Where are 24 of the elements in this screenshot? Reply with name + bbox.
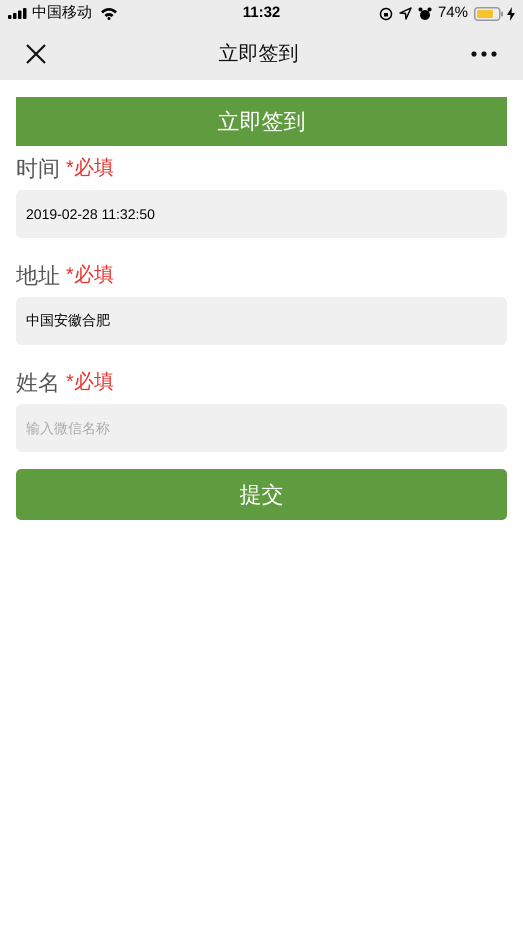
rotation-lock-icon (378, 6, 393, 20)
wifi-icon (100, 7, 118, 20)
charging-bolt-icon (506, 6, 515, 20)
input-field[interactable]: 输入微信名称 (16, 404, 507, 452)
close-icon (25, 42, 47, 64)
required-mark: *必填 (66, 370, 114, 395)
input-field[interactable]: 中国安徽合肥 (16, 297, 507, 345)
field-label: 姓名 (16, 368, 60, 396)
more-icon (471, 50, 497, 56)
battery-percent: 74% (438, 3, 468, 24)
required-mark: *必填 (66, 156, 114, 181)
field-label: 时间 (16, 154, 60, 182)
clock-time: 11:32 (242, 3, 280, 24)
signal-icon (8, 8, 28, 19)
page-title: 立即签到 (218, 42, 298, 66)
field-label: 地址 (16, 262, 60, 290)
checkin-banner: 立即签到 (16, 97, 507, 146)
battery-icon (474, 6, 504, 20)
alarm-icon (418, 6, 432, 20)
required-mark: *必填 (66, 263, 114, 288)
carrier-name: 中国移动 (32, 3, 92, 24)
close-button[interactable] (24, 42, 48, 66)
input-field[interactable]: 2019-02-28 11:32:50 (16, 190, 507, 238)
location-arrow-icon (398, 7, 412, 20)
